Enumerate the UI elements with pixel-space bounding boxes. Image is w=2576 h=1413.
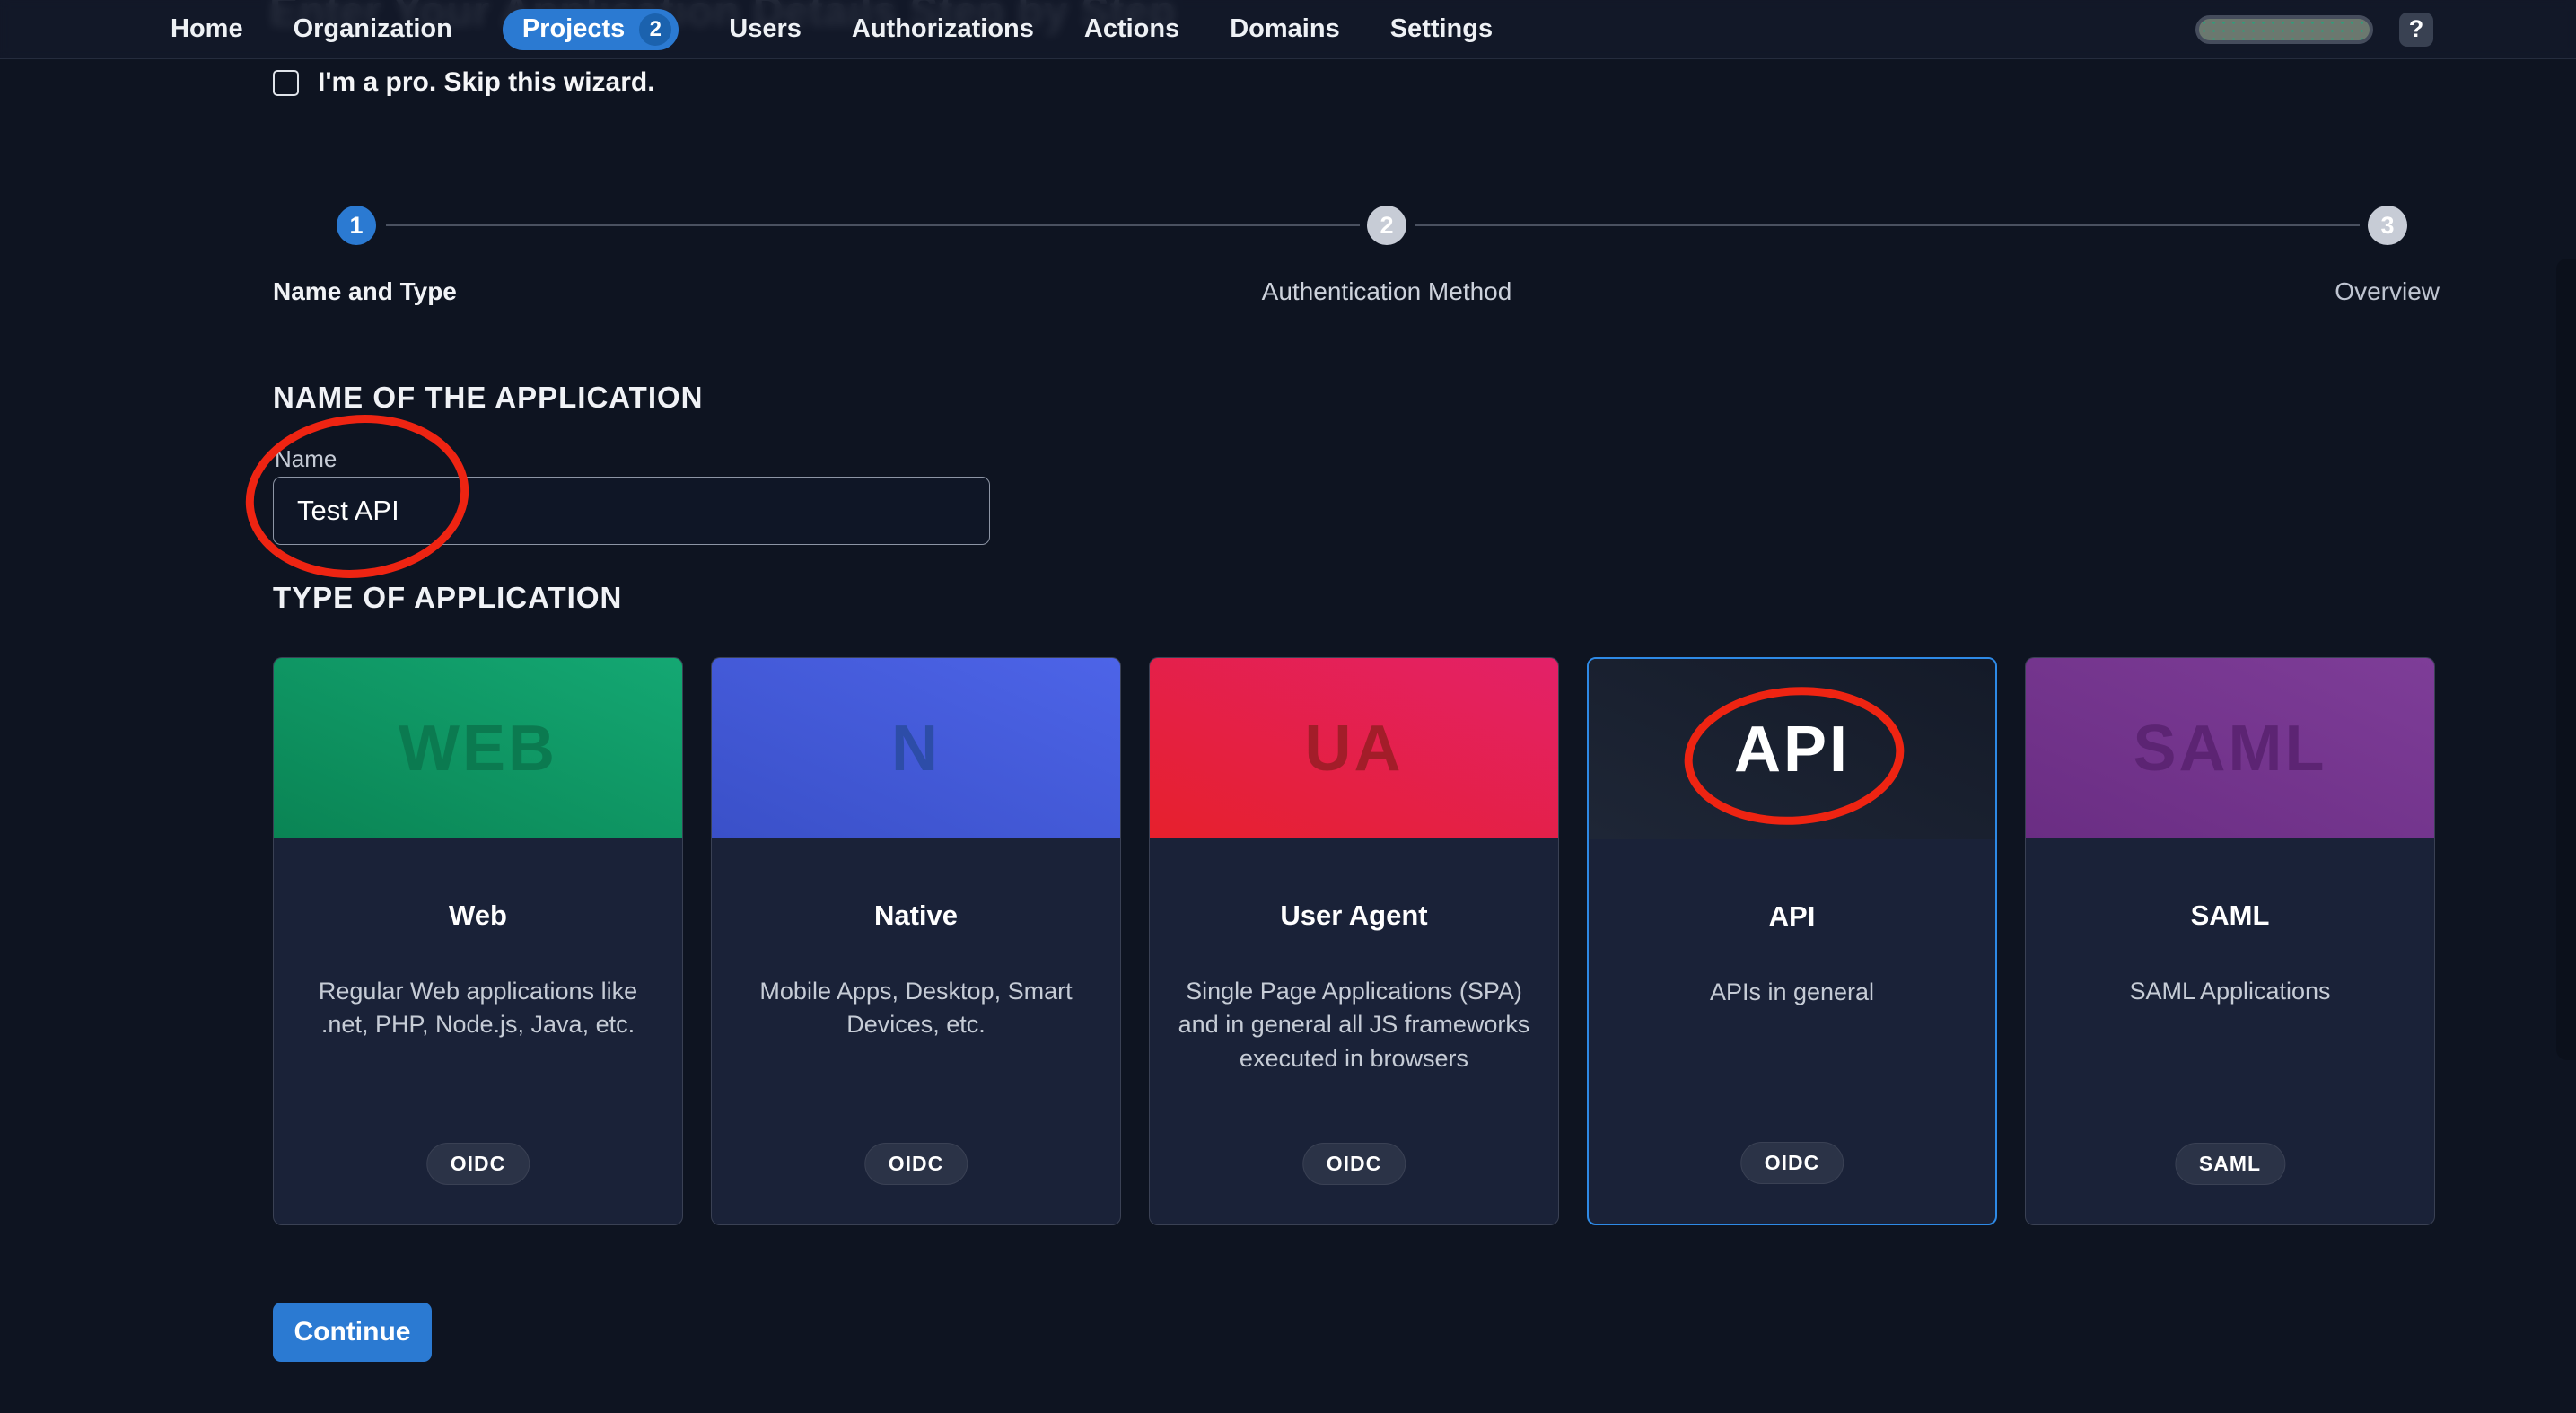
- nav-item-domains[interactable]: Domains: [1230, 14, 1339, 44]
- card-description: Single Page Applications (SPA) and in ge…: [1175, 975, 1533, 1075]
- nav-item-settings[interactable]: Settings: [1390, 14, 1493, 44]
- nav-item-projects[interactable]: Projects 2: [503, 9, 679, 50]
- card-body-saml: SAML SAML Applications SAML: [2026, 838, 2434, 1224]
- nav-item-home[interactable]: Home: [171, 14, 243, 44]
- name-input[interactable]: [273, 477, 990, 545]
- protocol-badge: OIDC: [426, 1143, 530, 1185]
- protocol-badge: OIDC: [864, 1143, 968, 1185]
- card-body-api: API APIs in general OIDC: [1589, 839, 1995, 1224]
- card-header-saml: SAML: [2026, 658, 2434, 838]
- card-header-user-agent: UA: [1150, 658, 1558, 838]
- top-navigation: Home Organization Projects 2 Users Autho…: [0, 0, 2576, 59]
- nav-item-users[interactable]: Users: [729, 14, 802, 44]
- card-title: Native: [737, 900, 1095, 932]
- projects-count-badge: 2: [639, 13, 671, 46]
- skip-wizard-row: I'm a pro. Skip this wizard.: [273, 69, 655, 96]
- nav-item-projects-label: Projects: [522, 14, 625, 44]
- type-section-heading: TYPE OF APPLICATION: [273, 581, 622, 615]
- card-description: APIs in general: [1614, 976, 1970, 1009]
- wizard-stepper: 1 2 3 Name and Type Authentication Metho…: [273, 206, 2440, 313]
- app-type-card-api-selected[interactable]: API API APIs in general OIDC: [1587, 657, 1997, 1225]
- nav-right-group: ?: [2195, 13, 2433, 47]
- card-title: Web: [299, 900, 657, 932]
- skip-wizard-label: I'm a pro. Skip this wizard.: [318, 67, 655, 98]
- card-header-native: N: [712, 658, 1120, 838]
- redacted-account-info[interactable]: [2195, 15, 2373, 44]
- card-letter-user-agent: UA: [1305, 712, 1404, 785]
- protocol-badge: OIDC: [1302, 1143, 1406, 1185]
- nav-item-organization[interactable]: Organization: [294, 14, 452, 44]
- step-2-circle: 2: [1367, 206, 1406, 245]
- card-title: User Agent: [1175, 900, 1533, 932]
- card-body-user-agent: User Agent Single Page Applications (SPA…: [1150, 838, 1558, 1224]
- card-title: API: [1614, 900, 1970, 933]
- card-header-web: WEB: [274, 658, 682, 838]
- card-title: SAML: [2051, 900, 2409, 932]
- app-type-card-native[interactable]: N Native Mobile Apps, Desktop, Smart Dev…: [711, 657, 1121, 1225]
- card-letter-saml: SAML: [2134, 712, 2327, 785]
- card-letter-native: N: [891, 712, 941, 785]
- app-type-card-web[interactable]: WEB Web Regular Web applications like .n…: [273, 657, 683, 1225]
- name-section-heading: NAME OF THE APPLICATION: [273, 381, 704, 415]
- step-2-label: Authentication Method: [1262, 277, 1512, 306]
- protocol-badge: SAML: [2175, 1143, 2285, 1185]
- app-type-card-saml[interactable]: SAML SAML SAML Applications SAML: [2025, 657, 2435, 1225]
- card-description: Mobile Apps, Desktop, Smart Devices, etc…: [737, 975, 1095, 1042]
- card-body-web: Web Regular Web applications like .net, …: [274, 838, 682, 1224]
- card-letter-api: API: [1734, 713, 1850, 786]
- nav-item-actions[interactable]: Actions: [1084, 14, 1179, 44]
- card-letter-web: WEB: [399, 712, 557, 785]
- card-description: Regular Web applications like .net, PHP,…: [299, 975, 657, 1042]
- name-field-label: Name: [275, 445, 337, 473]
- step-1-label: Name and Type: [273, 277, 457, 306]
- nav-item-authorizations[interactable]: Authorizations: [852, 14, 1034, 44]
- card-body-native: Native Mobile Apps, Desktop, Smart Devic…: [712, 838, 1120, 1224]
- step-3-circle: 3: [2368, 206, 2407, 245]
- protocol-badge: OIDC: [1740, 1142, 1844, 1184]
- stepper-connector: [1415, 224, 2360, 226]
- card-description: SAML Applications: [2051, 975, 2409, 1008]
- step-3-label: Overview: [2335, 277, 2440, 306]
- card-header-api: API: [1589, 659, 1995, 839]
- vertical-scrollbar[interactable]: [2556, 259, 2576, 1060]
- app-type-cards: WEB Web Regular Web applications like .n…: [273, 657, 2435, 1225]
- help-button[interactable]: ?: [2399, 13, 2433, 47]
- app-type-card-user-agent[interactable]: UA User Agent Single Page Applications (…: [1149, 657, 1559, 1225]
- step-1-circle: 1: [337, 206, 376, 245]
- continue-button[interactable]: Continue: [273, 1303, 432, 1362]
- skip-wizard-checkbox[interactable]: [273, 70, 299, 96]
- stepper-connector: [386, 224, 1360, 226]
